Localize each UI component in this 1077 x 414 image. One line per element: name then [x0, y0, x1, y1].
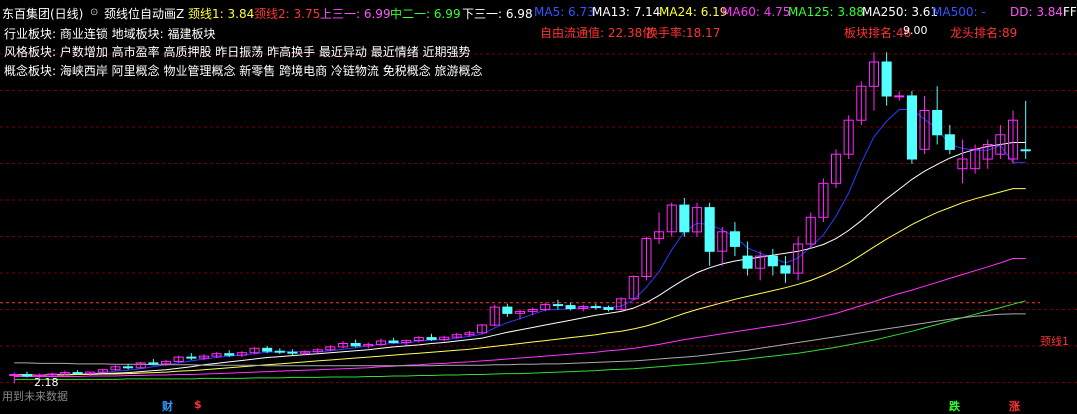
candle-body — [603, 307, 614, 311]
dd-value: DD: 3.84 — [1010, 5, 1064, 19]
indicator-dropdown-icon[interactable]: ⊙ — [90, 7, 98, 18]
candle-body — [944, 134, 955, 150]
candle-body — [426, 337, 437, 341]
candle-body — [21, 374, 32, 377]
candle-body — [679, 204, 690, 233]
candle-body — [906, 95, 918, 160]
candle-body — [881, 61, 892, 97]
future-data-warning: 用到未来数据 — [2, 390, 68, 403]
candle-body — [262, 347, 273, 352]
ma60-value: MA60: 4.75 — [722, 5, 791, 19]
candle-body — [123, 366, 134, 369]
down3-value: 下三一: 6.98 — [462, 7, 533, 21]
ma5-value: MA5: 6.73 — [534, 5, 595, 19]
candle-body — [932, 110, 943, 136]
candle-body — [9, 374, 20, 376]
mid2-value: 中二一: 6.99 — [390, 7, 461, 21]
float-cap: 自由流通值: 22.38亿 — [540, 26, 655, 40]
style-board: 风格板块: 户数增加 高市盈率 高质押股 昨日振荡 昨高换手 最近异动 最近情绪… — [4, 45, 471, 59]
candle-body — [729, 231, 741, 247]
candle-body — [767, 255, 778, 267]
candle-body — [502, 306, 513, 314]
up3-value: 上三一: 6.99 — [320, 7, 391, 21]
candle-body — [224, 353, 235, 356]
candle-body — [590, 306, 601, 309]
candle-body — [1020, 149, 1031, 152]
candle-body — [274, 350, 285, 353]
indicator-header: 东百集团(日线) ⊙ 颈线位自动画Z 颈线1: 3.84 颈线2: 3.75 上… — [0, 2, 1077, 24]
candle-body — [388, 340, 399, 343]
turnover-rate: 换手率:18.17 — [646, 26, 721, 40]
candle-body — [72, 372, 83, 375]
chart-root: 东百集团(日线) ⊙ 颈线位自动画Z 颈线1: 3.84 颈线2: 3.75 上… — [0, 0, 1077, 413]
board-rank: 板块排名:46 — [844, 26, 912, 40]
indicator-name[interactable]: 颈线位自动画Z — [104, 5, 184, 22]
stock-name: 东百集团(日线) — [2, 7, 84, 21]
ma250-value: MA250: 3.61 — [862, 5, 939, 19]
neckline2-value: 颈线2: 3.75 — [254, 7, 321, 21]
candle-body — [780, 265, 791, 274]
industry-board: 行业板块: 商业连锁 地域板块: 福建板块 — [4, 27, 216, 41]
leader-rank: 龙头排名:89 — [950, 26, 1018, 40]
candle-body — [894, 95, 905, 98]
ma125-value: MA125: 3.88 — [788, 5, 865, 19]
high-price-label: 9.00 — [903, 24, 928, 37]
ma-line-ma5 — [14, 109, 1026, 376]
ff-value: FF — [1063, 5, 1077, 19]
candle-body — [552, 304, 564, 307]
candle-body — [350, 343, 361, 347]
neckline1-value: 颈线1: 3.84 — [188, 7, 255, 21]
concept-board: 概念板块: 海峡西岸 阿里概念 物业管理概念 新零售 跨境电商 冷链物流 免税概… — [4, 64, 483, 78]
candle-body — [704, 207, 715, 252]
candle-body — [47, 373, 58, 376]
candle-body — [148, 362, 159, 365]
ma500-value: MA500: - — [932, 5, 986, 19]
ma13-value: MA13: 7.14 — [592, 5, 661, 19]
candle-body — [287, 351, 298, 354]
neckline-label: 颈线1 — [1040, 335, 1069, 348]
ma24-value: MA24: 6.19 — [659, 5, 728, 19]
candle-body — [565, 305, 576, 310]
dollar-tag[interactable]: $ — [194, 398, 202, 411]
ma-line-ma24 — [14, 188, 1026, 376]
candle-body — [186, 356, 197, 359]
candle-body — [742, 255, 753, 269]
